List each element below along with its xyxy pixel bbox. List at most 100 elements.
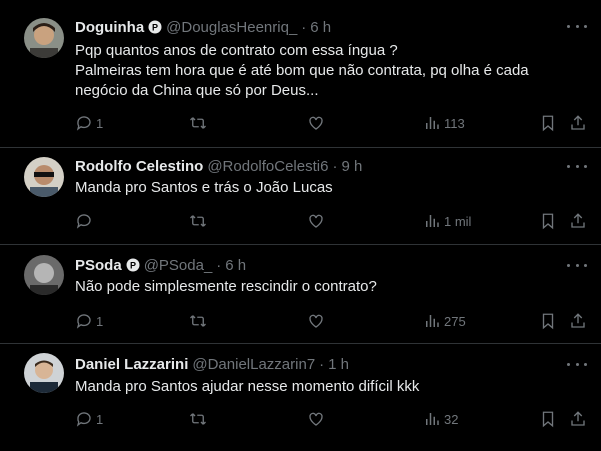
author-handle[interactable]: @PSoda_ bbox=[144, 257, 213, 274]
like-button[interactable] bbox=[307, 407, 325, 431]
views-count: 1 mil bbox=[444, 213, 472, 229]
views-icon bbox=[426, 117, 439, 129]
views-icon bbox=[426, 315, 439, 327]
tweet[interactable]: Daniel Lazzarini @DanielLazzarin7 · 1 h … bbox=[0, 344, 601, 451]
share-button[interactable] bbox=[569, 309, 587, 333]
tweet-text-line: Palmeiras tem hora que é até bom que não… bbox=[75, 62, 529, 79]
retweet-button[interactable] bbox=[189, 209, 207, 233]
timestamp[interactable]: 9 h bbox=[341, 158, 362, 175]
retweet-button[interactable] bbox=[189, 111, 207, 135]
retweet-icon bbox=[190, 215, 206, 227]
bookmark-button[interactable] bbox=[539, 407, 557, 431]
tweet-text-line: Manda pro Santos e trás o João Lucas bbox=[75, 179, 333, 196]
tweet-actions: 1 275 bbox=[75, 309, 601, 333]
separator-dot: · bbox=[332, 157, 338, 175]
like-icon bbox=[309, 214, 323, 228]
share-icon bbox=[571, 213, 585, 228]
verified-badge-icon: P bbox=[148, 20, 162, 34]
svg-text:P: P bbox=[130, 261, 136, 271]
share-icon bbox=[571, 411, 585, 426]
timestamp[interactable]: 6 h bbox=[310, 19, 331, 36]
like-button[interactable] bbox=[307, 309, 325, 333]
like-icon bbox=[309, 412, 323, 426]
views-count: 32 bbox=[444, 411, 459, 427]
separator-dot: · bbox=[216, 256, 222, 274]
tweet-header: Daniel Lazzarini @DanielLazzarin7 · 1 h bbox=[75, 354, 349, 374]
replies-feed: Doguinha P @DouglasHeenriq_ · 6 h Pqp qu… bbox=[0, 0, 601, 451]
separator-dot: · bbox=[301, 18, 307, 36]
timestamp[interactable]: 6 h bbox=[225, 257, 246, 274]
tweet[interactable]: PSoda P @PSoda_ · 6 h Não pode simplesme… bbox=[0, 245, 601, 344]
tweet-text-line: Não pode simplesmente rescindir o contra… bbox=[75, 278, 377, 295]
author-name[interactable]: Doguinha bbox=[75, 19, 144, 36]
share-button[interactable] bbox=[569, 407, 587, 431]
separator-dot: · bbox=[319, 355, 325, 373]
author-handle[interactable]: @DanielLazzarin7 bbox=[192, 356, 315, 373]
reply-count: 1 bbox=[96, 411, 104, 427]
bookmark-button[interactable] bbox=[539, 309, 557, 333]
bookmark-button[interactable] bbox=[539, 209, 557, 233]
views-button[interactable]: 1 mil bbox=[423, 209, 471, 233]
tweet-header: Doguinha P @DouglasHeenriq_ · 6 h bbox=[75, 17, 331, 37]
tweet[interactable]: Doguinha P @DouglasHeenriq_ · 6 h Pqp qu… bbox=[0, 0, 601, 148]
like-icon bbox=[309, 116, 323, 130]
reply-count: 1 bbox=[96, 313, 104, 329]
more-icon[interactable] bbox=[567, 260, 587, 270]
svg-text:P: P bbox=[152, 23, 158, 33]
retweet-icon bbox=[190, 413, 206, 425]
views-button[interactable]: 32 bbox=[423, 407, 458, 431]
reply-button[interactable]: 1 bbox=[75, 407, 103, 431]
tweet-text-line: Manda pro Santos ajudar nesse momento di… bbox=[75, 378, 420, 395]
avatar[interactable] bbox=[24, 353, 64, 393]
author-name[interactable]: Daniel Lazzarini bbox=[75, 356, 188, 373]
share-icon bbox=[571, 313, 585, 328]
views-button[interactable]: 275 bbox=[423, 309, 466, 333]
bookmark-button[interactable] bbox=[539, 111, 557, 135]
tweet-text: Não pode simplesmente rescindir o contra… bbox=[75, 277, 377, 297]
author-name[interactable]: PSoda bbox=[75, 257, 122, 274]
reply-count: 1 bbox=[96, 115, 104, 131]
bookmark-icon bbox=[542, 313, 554, 330]
tweet-text: Pqp quantos anos de contrato com essa ín… bbox=[75, 41, 529, 101]
verified-badge-icon: P bbox=[126, 258, 140, 272]
avatar[interactable] bbox=[24, 255, 64, 295]
like-button[interactable] bbox=[307, 209, 325, 233]
more-icon[interactable] bbox=[567, 359, 587, 369]
share-button[interactable] bbox=[569, 111, 587, 135]
views-icon bbox=[426, 413, 439, 425]
retweet-icon bbox=[190, 117, 206, 129]
bookmark-icon bbox=[542, 213, 554, 230]
retweet-button[interactable] bbox=[189, 407, 207, 431]
retweet-icon bbox=[190, 315, 206, 327]
avatar[interactable] bbox=[24, 157, 64, 197]
avatar[interactable] bbox=[24, 18, 64, 58]
like-button[interactable] bbox=[307, 111, 325, 135]
views-button[interactable]: 113 bbox=[423, 111, 465, 135]
reply-button[interactable]: 1 bbox=[75, 309, 103, 333]
author-handle[interactable]: @DouglasHeenriq_ bbox=[166, 19, 297, 36]
reply-button[interactable]: 1 bbox=[75, 111, 103, 135]
timestamp[interactable]: 1 h bbox=[328, 356, 349, 373]
tweet-text-line: Pqp quantos anos de contrato com essa ín… bbox=[75, 42, 398, 59]
tweet-text: Manda pro Santos e trás o João Lucas bbox=[75, 178, 333, 198]
views-icon bbox=[426, 215, 439, 227]
tweet[interactable]: Rodolfo Celestino @RodolfoCelesti6 · 9 h… bbox=[0, 148, 601, 245]
share-button[interactable] bbox=[569, 209, 587, 233]
retweet-button[interactable] bbox=[189, 309, 207, 333]
reply-button[interactable] bbox=[75, 209, 96, 233]
views-count: 275 bbox=[444, 313, 466, 329]
reply-icon bbox=[76, 314, 91, 329]
tweet-actions: 1 113 bbox=[75, 111, 601, 135]
tweet-actions: 1 32 bbox=[75, 407, 601, 431]
author-name[interactable]: Rodolfo Celestino bbox=[75, 158, 203, 175]
author-handle[interactable]: @RodolfoCelesti6 bbox=[207, 158, 328, 175]
more-icon[interactable] bbox=[567, 161, 587, 171]
reply-icon bbox=[76, 412, 91, 427]
share-icon bbox=[571, 115, 585, 130]
more-icon[interactable] bbox=[567, 21, 587, 31]
bookmark-icon bbox=[542, 115, 554, 132]
tweet-header: Rodolfo Celestino @RodolfoCelesti6 · 9 h bbox=[75, 156, 362, 176]
tweet-text-line: negócio da China que só por Deus... bbox=[75, 82, 319, 99]
tweet-actions: 1 mil bbox=[75, 209, 601, 233]
tweet-header: PSoda P @PSoda_ · 6 h bbox=[75, 255, 246, 275]
